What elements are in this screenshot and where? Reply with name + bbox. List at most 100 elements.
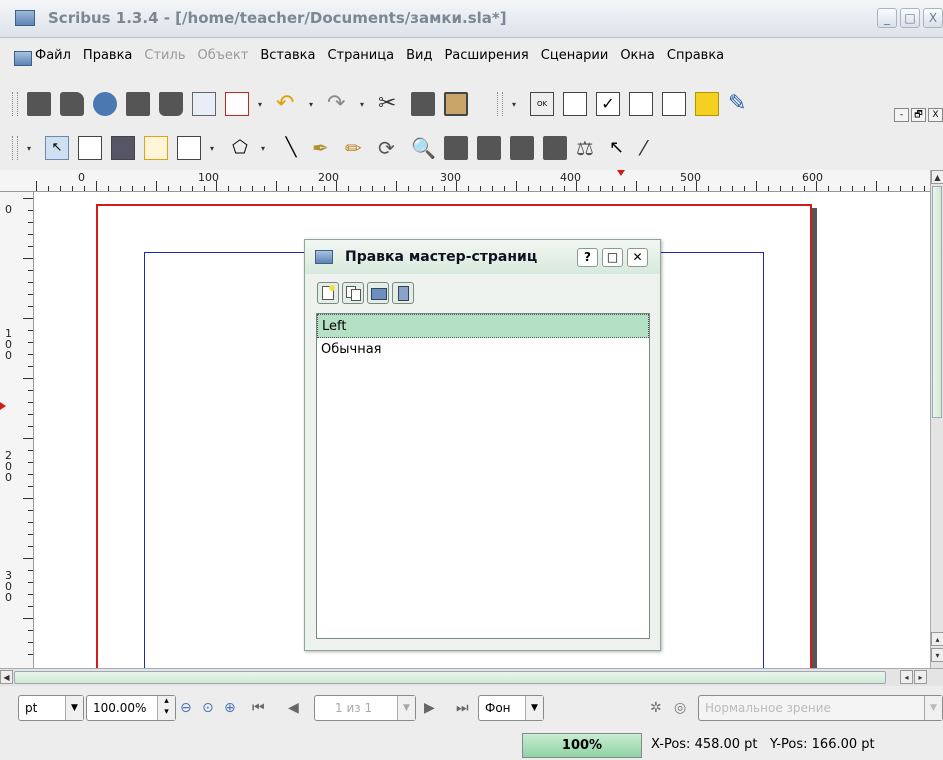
- bezier-icon[interactable]: ✒: [312, 136, 336, 160]
- pdf-push-button-icon[interactable]: OK: [530, 92, 554, 116]
- link-frames-icon[interactable]: [510, 136, 534, 160]
- vertical-ruler[interactable]: 0 100 200 300: [0, 192, 34, 668]
- menu-item[interactable]: Справка: [667, 48, 724, 63]
- scroll-down-button[interactable]: ▾: [931, 648, 943, 662]
- zoom-100-icon[interactable]: ⊙: [202, 700, 218, 716]
- zoom-spinbox[interactable]: 100.00% ▴ ▾: [86, 695, 176, 721]
- dialog-close-button[interactable]: ✕: [627, 248, 648, 267]
- layer-select[interactable]: Фон ▼: [478, 695, 544, 721]
- mdi-close-button[interactable]: X: [928, 108, 943, 122]
- copy-icon[interactable]: [411, 92, 435, 116]
- menu-item[interactable]: Вставка: [260, 48, 315, 63]
- chevron-down-icon[interactable]: ▼: [525, 696, 543, 720]
- menu-item[interactable]: Сценарии: [541, 48, 609, 63]
- redo-icon[interactable]: ↷: [327, 92, 351, 116]
- mdi-minimize-button[interactable]: -: [894, 108, 909, 122]
- close-document-icon[interactable]: [126, 92, 150, 116]
- pdf-list-box-icon[interactable]: [662, 92, 686, 116]
- vertical-scroll-thumb[interactable]: [932, 186, 942, 418]
- cut-icon[interactable]: ✂: [378, 92, 402, 116]
- pdf-annotation-icon[interactable]: [695, 92, 719, 116]
- dialog-titlebar[interactable]: Правка мастер-страниц ? □ ✕: [305, 240, 660, 274]
- zoom-icon[interactable]: 🔍: [411, 136, 436, 160]
- dialog-help-button[interactable]: ?: [577, 248, 598, 267]
- menu-item[interactable]: Окна: [620, 48, 655, 63]
- pdf-checkbox-icon[interactable]: ✓: [596, 92, 620, 116]
- export-pdf-icon[interactable]: [225, 92, 249, 116]
- menu-item[interactable]: Вид: [406, 48, 432, 63]
- zoom-in-icon[interactable]: ⊕: [224, 700, 240, 716]
- redo-dropdown[interactable]: ▾: [360, 100, 369, 109]
- master-page-item[interactable]: Left: [317, 314, 649, 338]
- previous-page-icon[interactable]: ◀: [288, 700, 304, 716]
- scroll-left-button[interactable]: ◂: [900, 670, 913, 684]
- minimize-button[interactable]: _: [877, 8, 897, 28]
- horizontal-scroll-thumb[interactable]: [14, 671, 886, 684]
- vertical-scrollbar[interactable]: ▲ ▴ ▾: [930, 170, 943, 668]
- chevron-down-icon[interactable]: ▼: [397, 696, 415, 720]
- spin-arrows-icon[interactable]: ▴ ▾: [157, 696, 175, 720]
- scroll-left-button[interactable]: ◀: [0, 670, 13, 684]
- document-menu-icon[interactable]: [14, 51, 32, 66]
- open-document-icon[interactable]: [60, 92, 84, 116]
- edit-contents-icon[interactable]: [444, 136, 468, 160]
- first-page-icon[interactable]: ⏮: [252, 700, 268, 716]
- pdf-link-icon[interactable]: ✎: [728, 92, 752, 116]
- horizontal-ruler[interactable]: 0 100 200 300 400 500 600: [0, 170, 930, 192]
- copy-properties-icon[interactable]: ↖: [609, 136, 633, 160]
- undo-icon[interactable]: ↶: [276, 92, 300, 116]
- paste-icon[interactable]: [444, 92, 468, 116]
- toolbar-grip[interactable]: [12, 92, 18, 116]
- new-document-icon[interactable]: [27, 92, 51, 116]
- menu-item[interactable]: Файл: [35, 48, 71, 63]
- maximize-button[interactable]: □: [900, 8, 920, 28]
- preflight-icon[interactable]: [192, 92, 216, 116]
- horizontal-scrollbar[interactable]: ◀ ◂ ▸: [0, 668, 943, 686]
- eye-icon[interactable]: ◎: [674, 700, 690, 716]
- text-frame-icon[interactable]: [78, 136, 102, 160]
- menu-item[interactable]: Страница: [327, 48, 394, 63]
- scroll-up-button[interactable]: ▴: [931, 632, 943, 646]
- delete-master-page-icon[interactable]: [392, 282, 414, 304]
- pdf-combo-box-icon[interactable]: [629, 92, 653, 116]
- scribus-app-icon[interactable]: [15, 10, 35, 26]
- toolbar-grip[interactable]: [12, 136, 18, 160]
- master-page-item[interactable]: Обычная: [317, 338, 649, 362]
- unit-select[interactable]: pt ▼: [18, 695, 84, 721]
- next-page-icon[interactable]: ▶: [424, 700, 440, 716]
- print-icon[interactable]: [159, 92, 183, 116]
- table-icon[interactable]: [144, 136, 168, 160]
- menu-item[interactable]: Правка: [83, 48, 132, 63]
- chevron-down-icon[interactable]: ▼: [924, 696, 942, 720]
- toolbar-grip[interactable]: [497, 92, 503, 116]
- zoom-out-icon[interactable]: ⊖: [180, 700, 196, 716]
- polygon-icon[interactable]: ⬠: [228, 136, 252, 160]
- shape-icon[interactable]: [177, 136, 201, 160]
- close-button[interactable]: X: [923, 8, 943, 28]
- image-frame-icon[interactable]: [111, 136, 135, 160]
- new-master-page-icon[interactable]: [317, 282, 339, 304]
- last-page-icon[interactable]: ⏭: [456, 700, 472, 716]
- tools-dropdown[interactable]: ▾: [27, 144, 36, 153]
- shape-dropdown[interactable]: ▾: [210, 144, 219, 153]
- scroll-right-button[interactable]: ▸: [914, 670, 927, 684]
- scroll-up-button[interactable]: ▲: [931, 170, 943, 184]
- save-icon[interactable]: [93, 92, 117, 116]
- menu-item[interactable]: Объект: [197, 48, 248, 63]
- select-pointer-icon[interactable]: ↖: [45, 136, 69, 160]
- measurements-icon[interactable]: ⚖: [576, 136, 600, 160]
- pdf-text-field-icon[interactable]: [563, 92, 587, 116]
- menu-item[interactable]: Стиль: [144, 48, 185, 63]
- master-pages-list[interactable]: Left Обычная: [316, 313, 650, 639]
- mdi-restore-button[interactable]: 🗗: [911, 108, 926, 122]
- unlink-frames-icon[interactable]: [543, 136, 567, 160]
- edit-text-icon[interactable]: [477, 136, 501, 160]
- freehand-icon[interactable]: ✏: [345, 136, 369, 160]
- pdf-tools-dropdown[interactable]: ▾: [512, 100, 521, 109]
- toolbar-dropdown[interactable]: ▾: [258, 100, 267, 109]
- import-master-page-icon[interactable]: [367, 282, 389, 304]
- eyedropper-icon[interactable]: ⁄: [642, 136, 666, 160]
- menu-item[interactable]: Расширения: [444, 48, 528, 63]
- preview-mode-icon[interactable]: ✲: [650, 700, 666, 716]
- dialog-maximize-button[interactable]: □: [602, 248, 623, 267]
